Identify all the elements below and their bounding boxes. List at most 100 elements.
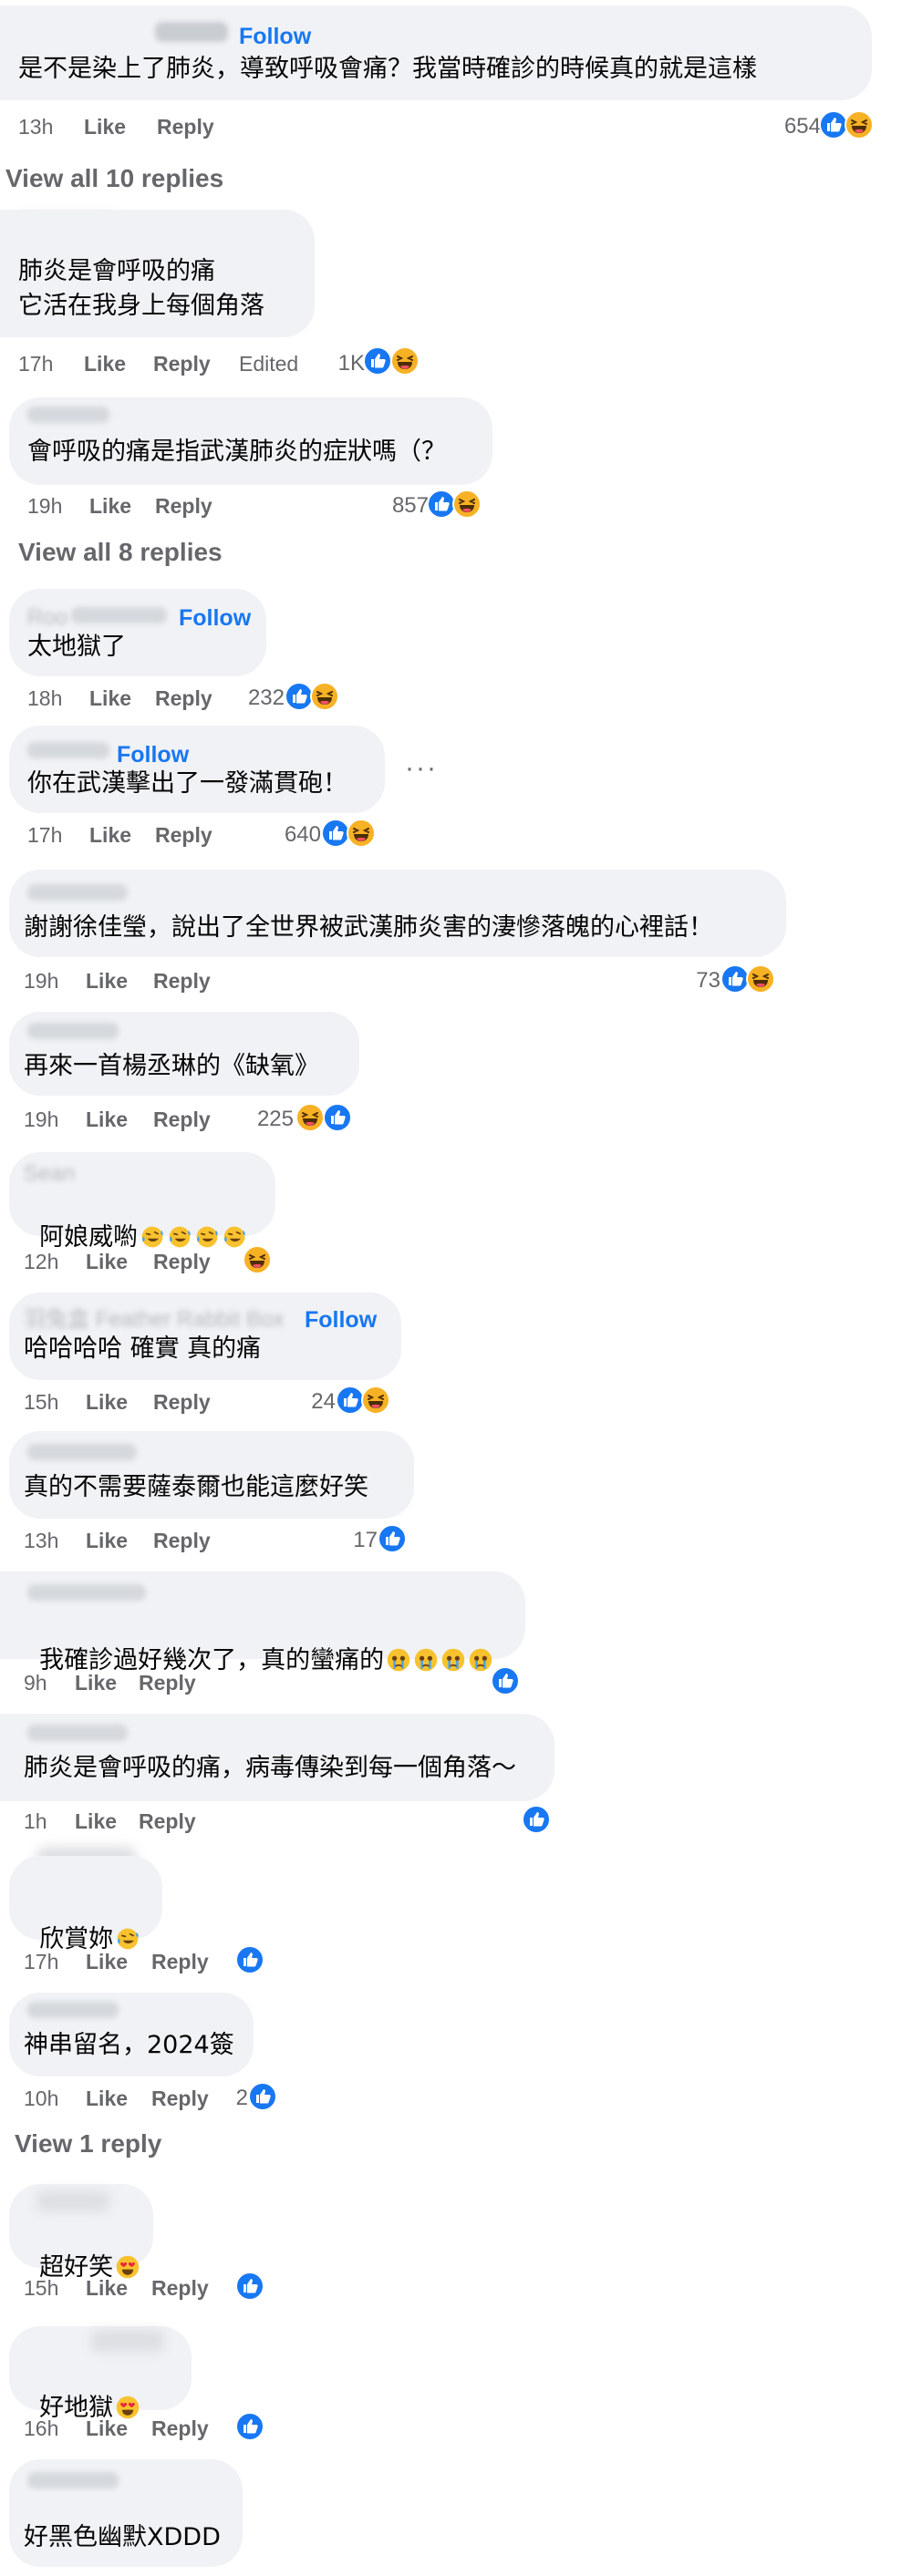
avatar[interactable] [91,2330,164,2352]
avatar[interactable] [36,2191,109,2211]
like-button[interactable]: Like [89,822,131,848]
comment-time[interactable]: 15h [24,2275,58,2301]
comment-time[interactable]: 16h [24,2416,58,2441]
commenter-name-blurred[interactable] [27,1725,128,1741]
comment-text-line-1: 肺炎是會呼吸的痛 [18,257,215,285]
commenter-name[interactable]: 羽兔盒 Feather Rabbit Box [24,1307,284,1333]
comment-text: 肺炎是會呼吸的痛，病毒傳染到每一個角落～ [24,1754,516,1782]
reaction-count[interactable]: 1K [319,351,365,376]
comment-time[interactable]: 17h [24,1949,58,1974]
follow-button[interactable]: Follow [239,24,311,49]
like-button[interactable]: Like [86,1528,128,1553]
follow-button[interactable]: Follow [179,605,251,631]
commenter-name-blurred[interactable] [27,407,109,423]
comment-time[interactable]: 10h [24,2086,58,2111]
comment-time[interactable]: 15h [24,1389,58,1415]
crying-face-emoji-icon [386,1647,411,1673]
like-button[interactable]: Like [89,493,131,519]
reply-button[interactable]: Reply [155,685,212,711]
commenter-name-blurred[interactable] [27,1444,137,1460]
reply-button[interactable]: Reply [153,968,211,994]
comment-text: 哈哈哈哈 確實 真的痛 [24,1334,262,1363]
commenter-name-blurred[interactable] [155,22,228,42]
like-button[interactable]: Like [86,1949,128,1974]
like-reaction-icon [248,2082,277,2111]
comment-time[interactable]: 1h [24,1808,47,1834]
comment-time[interactable]: 17h [27,822,62,848]
commenter-name-blurred[interactable] [27,2002,119,2018]
reply-button[interactable]: Reply [153,1249,211,1274]
comment-time[interactable]: 12h [24,1249,58,1274]
laughing-crying-emoji-icon [194,1224,220,1250]
view-replies-link[interactable]: View 1 reply [15,2129,161,2159]
follow-button[interactable]: Follow [117,742,189,768]
view-replies-link[interactable]: View all 10 replies [5,164,223,193]
like-reaction-icon [363,346,392,376]
commenter-name[interactable]: Roo [27,605,67,631]
more-options-icon[interactable]: ··· [405,753,438,784]
reaction-count[interactable]: 654 [757,114,821,139]
comment-time[interactable]: 19h [24,1107,58,1132]
reaction-count[interactable]: 2 [228,2086,248,2111]
reaction-count[interactable]: 17 [341,1528,378,1553]
like-button[interactable]: Like [89,685,131,711]
reaction-count[interactable]: 232 [237,685,285,711]
comment-time[interactable]: 19h [27,493,62,519]
reply-button[interactable]: Reply [139,1670,196,1695]
reply-button[interactable]: Reply [151,2086,209,2111]
like-button[interactable]: Like [75,1808,117,1834]
reaction-count[interactable]: 640 [274,822,321,848]
reaction-count[interactable]: 73 [675,968,720,994]
reply-button[interactable]: Reply [155,822,212,848]
reply-button[interactable]: Reply [153,1528,211,1553]
comment-time[interactable]: 19h [24,968,58,994]
like-button[interactable]: Like [86,2275,128,2301]
commenter-name-blurred[interactable] [27,742,109,758]
commenter-name-blurred[interactable] [27,2472,119,2488]
like-button[interactable]: Like [86,2416,128,2441]
reply-button[interactable]: Reply [139,1808,196,1834]
comment-text: 我確診過好幾次了，真的蠻痛的 [24,1612,493,1677]
haha-reaction-icon [845,110,874,139]
reaction-count[interactable]: 225 [246,1107,294,1132]
haha-reaction-icon [310,682,339,711]
commenter-name-blurred[interactable] [27,1584,146,1601]
like-button[interactable]: Like [86,1389,128,1415]
like-button[interactable]: Like [75,1670,117,1695]
reaction-count[interactable]: 24 [290,1389,336,1415]
comment-time[interactable]: 13h [24,1528,58,1553]
crying-face-emoji-icon [468,1647,493,1673]
comment-text: 真的不需要薩泰爾也能這麼好笑 [24,1473,368,1501]
like-reaction-icon [235,1945,264,1974]
comment-time[interactable]: 13h [18,114,53,139]
haha-reaction-icon [746,964,775,994]
comment-time[interactable]: 18h [27,685,62,711]
reply-button[interactable]: Reply [151,1949,209,1974]
reply-button[interactable]: Reply [151,2416,209,2441]
reply-button[interactable]: Reply [157,114,214,139]
like-button[interactable]: Like [86,2086,128,2111]
reply-button[interactable]: Reply [153,351,211,376]
comment-text: 太地獄了 [27,633,126,661]
commenter-name[interactable]: Sean [24,1161,75,1187]
follow-button[interactable]: Follow [305,1307,377,1333]
laughing-crying-emoji-icon [140,1224,165,1250]
commenter-name-blurred[interactable] [71,607,167,623]
like-button[interactable]: Like [84,351,126,376]
reply-button[interactable]: Reply [151,2275,209,2301]
reply-button[interactable]: Reply [155,493,212,519]
commenter-name-blurred[interactable] [27,1023,119,1039]
reaction-count[interactable]: 857 [374,493,429,519]
comment-time[interactable]: 9h [24,1670,47,1695]
comment-time[interactable]: 17h [18,351,53,376]
like-button[interactable]: Like [84,114,126,139]
reply-button[interactable]: Reply [153,1107,211,1132]
like-button[interactable]: Like [86,1249,128,1274]
commenter-name-blurred[interactable] [27,884,128,901]
like-button[interactable]: Like [86,1107,128,1132]
like-button[interactable]: Like [86,968,128,994]
comment-text: 你在武漢擊出了一發滿貫砲！ [27,769,347,798]
haha-reaction-icon [243,1245,272,1274]
view-replies-link[interactable]: View all 8 replies [18,538,223,567]
reply-button[interactable]: Reply [153,1389,211,1415]
